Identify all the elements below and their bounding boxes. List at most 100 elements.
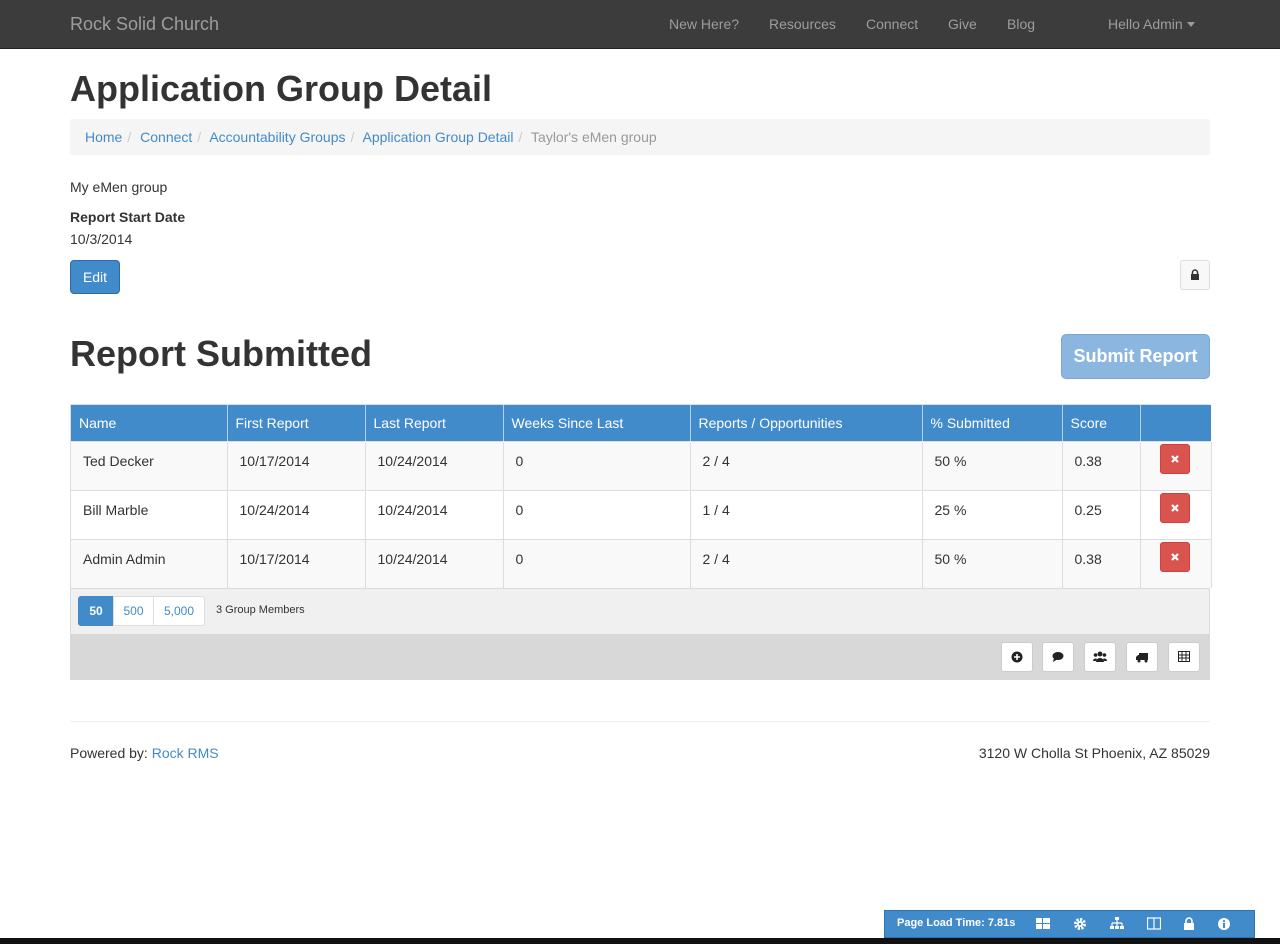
table-icon [1178, 651, 1190, 662]
cell-weeks-text: 0 [515, 452, 524, 469]
footer-divider [70, 721, 1210, 722]
cell-last-report: 10/24/2014 [365, 538, 504, 588]
cell-first-report-text: 10/17/2014 [239, 452, 310, 469]
cell-reports-text: 1 / 4 [702, 501, 730, 518]
grid-pager: 50 500 5,000 3 Group Members [70, 589, 1210, 634]
cell-first-report: 10/17/2014 [227, 538, 366, 588]
cell-weeks-text: 0 [515, 501, 524, 518]
table-row[interactable]: Ted Decker 10/17/2014 10/24/2014 0 2 / 4… [71, 440, 1212, 490]
cell-weeks-text: 0 [515, 550, 524, 567]
page-size-500[interactable]: 500 [113, 596, 154, 626]
users-icon [1093, 651, 1107, 662]
submit-report-button[interactable]: Submit Report [1061, 334, 1210, 379]
nav-item-blog[interactable]: Blog [1007, 16, 1035, 32]
delete-row-button[interactable] [1159, 444, 1190, 474]
page-title: Application Group Detail [70, 68, 493, 109]
blocks-icon[interactable] [1036, 917, 1050, 931]
cell-percent-submitted: 50 % [922, 538, 1063, 588]
church-address: 3120 W Cholla St Phoenix, AZ 85029 [978, 745, 1210, 761]
column-header-actions [1140, 405, 1212, 441]
delete-row-button[interactable] [1159, 493, 1190, 523]
nav-item-give[interactable]: Give [948, 16, 977, 32]
breadcrumb-application-group-detail[interactable]: Application Group Detail [363, 129, 514, 145]
cell-weeks-since-last: 0 [503, 538, 691, 588]
cell-score: 0.38 [1062, 440, 1141, 490]
breadcrumb-connect[interactable]: Connect [140, 129, 192, 145]
columns-icon[interactable] [1147, 917, 1161, 931]
cell-score-text: 0.38 [1074, 550, 1102, 567]
bulk-update-button[interactable] [1126, 642, 1158, 672]
page-size-50[interactable]: 50 [78, 596, 114, 626]
report-start-date-value: 10/3/2014 [70, 231, 133, 247]
merge-people-button[interactable] [1084, 642, 1116, 672]
cell-percent-submitted: 25 % [922, 489, 1063, 539]
cell-name-text: Bill Marble [83, 501, 149, 518]
cell-name: Ted Decker [71, 440, 228, 490]
column-header-reports-opportunities[interactable]: Reports / Opportunities [690, 405, 923, 441]
cell-reports-opportunities: 1 / 4 [690, 489, 923, 539]
edit-button[interactable]: Edit [70, 260, 120, 294]
cell-name-text: Admin Admin [83, 550, 166, 567]
member-count: 3 Group Members [216, 604, 305, 616]
breadcrumb-home[interactable]: Home [85, 129, 122, 145]
comment-icon [1052, 652, 1064, 662]
admin-footer-bar: Page Load Time: 7.81s [884, 910, 1255, 938]
cell-delete [1140, 489, 1212, 539]
rock-rms-link[interactable]: Rock RMS [152, 745, 219, 761]
breadcrumb-accountability-groups[interactable]: Accountability Groups [209, 129, 345, 145]
column-header-score[interactable]: Score [1062, 405, 1141, 441]
add-icon [1011, 651, 1023, 663]
group-description: My eMen group [70, 179, 168, 195]
breadcrumb-separator: / [197, 129, 202, 145]
column-header-weeks-since-last[interactable]: Weeks Since Last [503, 405, 691, 441]
close-icon [1170, 553, 1179, 562]
column-header-name[interactable]: Name [71, 405, 228, 441]
cell-reports-text: 2 / 4 [702, 550, 730, 567]
cell-first-report: 10/24/2014 [227, 489, 366, 539]
gear-icon[interactable] [1073, 917, 1087, 931]
communicate-button[interactable] [1042, 642, 1074, 672]
cell-score: 0.25 [1062, 489, 1141, 539]
nav-item-connect[interactable]: Connect [866, 16, 918, 32]
cell-percent-text: 50 % [934, 452, 967, 469]
column-header-percent-submitted[interactable]: % Submitted [922, 405, 1063, 441]
add-button[interactable] [1001, 642, 1033, 672]
cell-first-report-text: 10/17/2014 [239, 550, 310, 567]
cell-percent-text: 25 % [934, 501, 967, 518]
cell-last-report-text: 10/24/2014 [377, 501, 448, 518]
top-navbar: Rock Solid Church New Here? Resources Co… [0, 0, 1280, 49]
column-header-last-report[interactable]: Last Report [365, 405, 504, 441]
user-menu[interactable]: Hello Admin [1108, 16, 1195, 32]
security-button[interactable] [1180, 260, 1210, 290]
sitemap-icon[interactable] [1110, 917, 1124, 931]
close-icon [1170, 455, 1179, 463]
cell-name: Bill Marble [71, 489, 228, 539]
cell-first-report-text: 10/24/2014 [239, 501, 310, 518]
cell-score-text: 0.25 [1074, 501, 1102, 518]
close-icon [1170, 504, 1179, 512]
nav-item-new-here[interactable]: New Here? [669, 16, 739, 32]
page-size-5000[interactable]: 5,000 [153, 596, 205, 626]
export-excel-button[interactable] [1168, 642, 1200, 672]
table-row[interactable]: Bill Marble 10/24/2014 10/24/2014 0 1 / … [71, 489, 1212, 539]
info-icon[interactable] [1217, 917, 1231, 931]
report-start-date-label: Report Start Date [70, 209, 186, 225]
lock-icon[interactable] [1183, 917, 1195, 931]
breadcrumb: Home / Connect / Accountability Groups / Ap… [70, 119, 1210, 155]
report-section-title: Report Submitted [70, 333, 372, 374]
breadcrumb-separator: / [350, 129, 355, 145]
report-grid: Name First Report Last Report Weeks Sinc… [70, 404, 1212, 589]
cell-percent-text: 50 % [934, 550, 967, 567]
column-header-first-report[interactable]: First Report [227, 405, 366, 441]
report-table: Name First Report Last Report Weeks Sinc… [71, 405, 1212, 588]
bottom-strip [0, 938, 1280, 944]
delete-row-button[interactable] [1159, 542, 1190, 573]
cell-delete [1140, 538, 1212, 588]
caret-down-icon [1186, 22, 1195, 27]
brand-link[interactable]: Rock Solid Church [70, 14, 219, 35]
grid-actions [70, 634, 1210, 680]
cell-name-text: Ted Decker [83, 452, 154, 469]
powered-by-label: Powered by: [70, 745, 148, 761]
table-row[interactable]: Admin Admin 10/17/2014 10/24/2014 0 2 / … [71, 538, 1212, 588]
nav-item-resources[interactable]: Resources [769, 16, 836, 32]
